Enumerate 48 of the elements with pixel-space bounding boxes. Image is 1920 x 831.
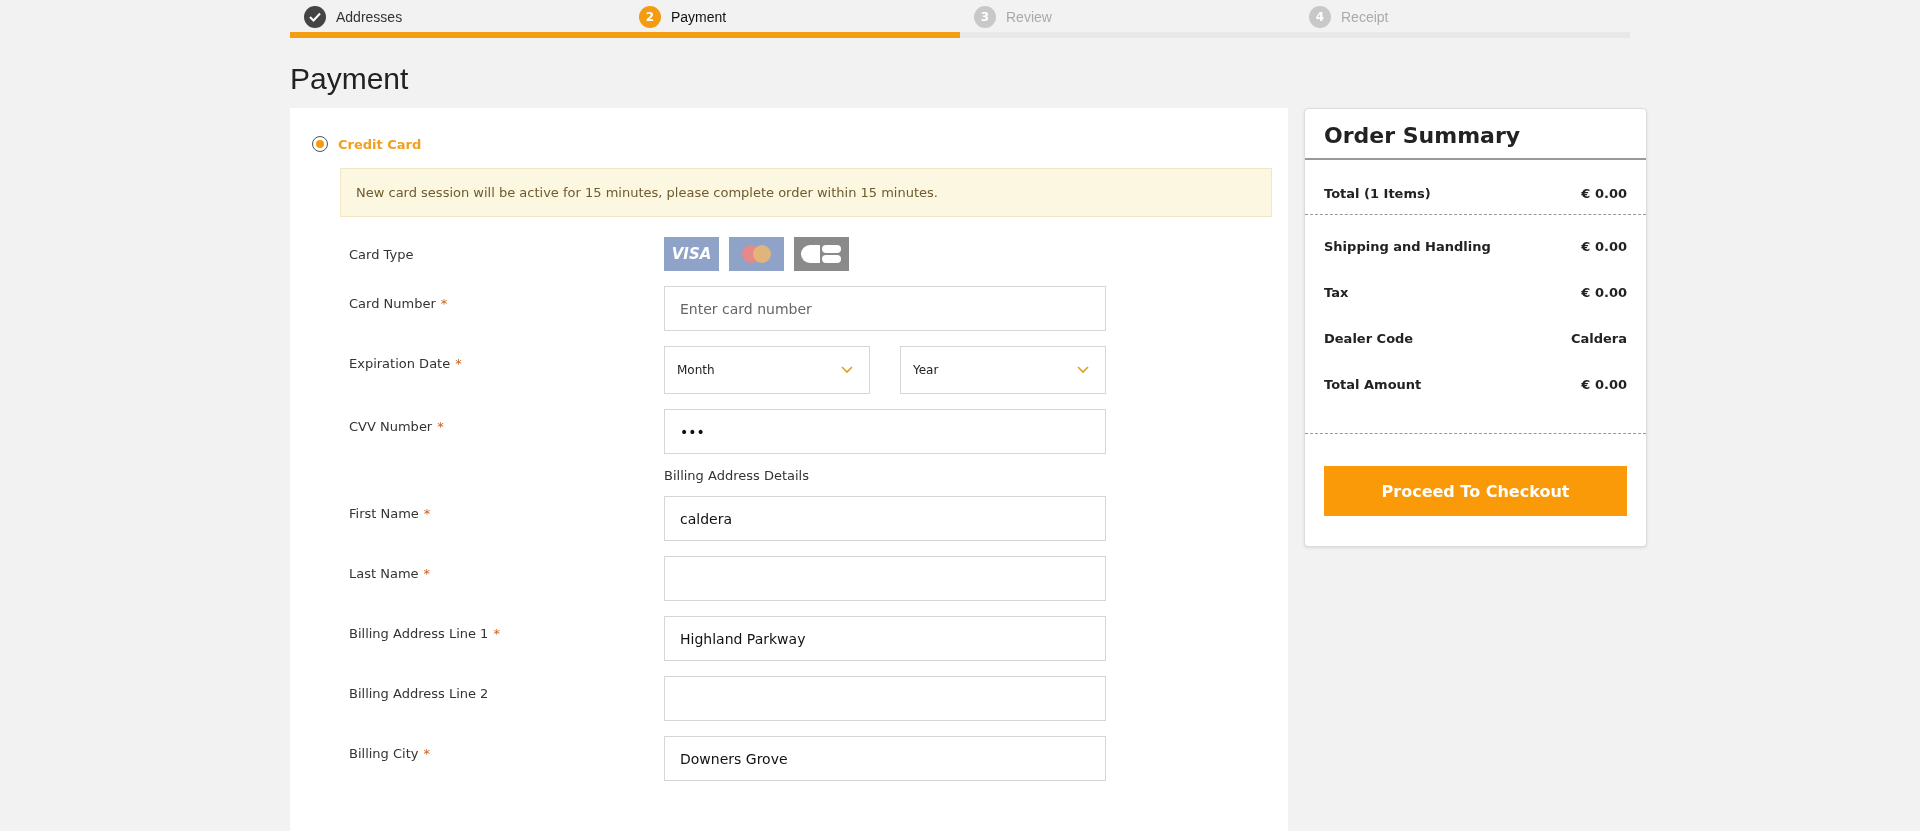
input-field[interactable]: Enter card number	[664, 286, 1106, 331]
required-mark: *	[423, 566, 431, 581]
field-label: Billing Address Line 2	[349, 686, 489, 701]
input-field[interactable]: caldera	[664, 496, 1106, 541]
summary-label: Tax	[1324, 284, 1349, 300]
step-label: Payment	[671, 9, 727, 25]
required-mark: *	[437, 419, 444, 434]
step-label: Addresses	[336, 9, 403, 25]
field-label: First Name	[349, 506, 419, 521]
summary-label: Shipping and Handling	[1324, 238, 1491, 254]
chevron-down-icon	[1077, 366, 1089, 374]
summary-title: Order Summary	[1305, 109, 1646, 160]
summary-label: Total (1 Items)	[1324, 186, 1431, 201]
required-mark: *	[493, 626, 500, 641]
summary-value: Caldera	[1570, 330, 1627, 346]
page-title: Payment	[290, 62, 410, 96]
select-field[interactable]: Month	[664, 346, 870, 394]
summary-value: € 0.00	[1581, 238, 1627, 254]
cb-logo-icon[interactable]	[794, 237, 849, 271]
input-field[interactable]	[664, 556, 1106, 601]
select-field[interactable]: Year	[900, 346, 1106, 394]
field-label: Billing City	[349, 746, 419, 761]
required-mark: *	[440, 296, 448, 311]
summary-label: Total Amount	[1324, 376, 1422, 392]
section-heading: Billing Address Details	[664, 468, 809, 483]
input-field[interactable]	[664, 676, 1106, 721]
field-label: Card Type	[349, 246, 415, 262]
input-field[interactable]: Highland Parkway	[664, 616, 1106, 661]
mastercard-logo-icon[interactable]	[729, 237, 784, 271]
input-field[interactable]: Downers Grove	[664, 736, 1106, 781]
required-mark: *	[423, 746, 430, 761]
step-label: Receipt	[1341, 9, 1389, 25]
required-mark: *	[455, 356, 462, 371]
summary-value: € 0.00	[1581, 376, 1627, 392]
field-label: Billing Address Line 1	[349, 626, 489, 641]
summary-label: Dealer Code	[1324, 330, 1414, 346]
notice-banner: New card session will be active for 15 minutes, please complete order within 15 minutes.	[340, 168, 1272, 217]
field-label: Last Name	[349, 566, 419, 581]
input-field[interactable]: •••	[664, 409, 1106, 454]
field-label: Expiration Date	[349, 356, 451, 371]
summary-value: € 0.00	[1581, 284, 1627, 300]
field-label: CVV Number	[349, 419, 433, 434]
field-label: Card Number	[349, 296, 436, 311]
required-mark: *	[423, 506, 431, 521]
step-label: Review	[1006, 9, 1052, 25]
step-number: 2	[639, 6, 661, 28]
chevron-down-icon	[841, 366, 853, 374]
summary-value: € 0.00	[1581, 186, 1627, 201]
